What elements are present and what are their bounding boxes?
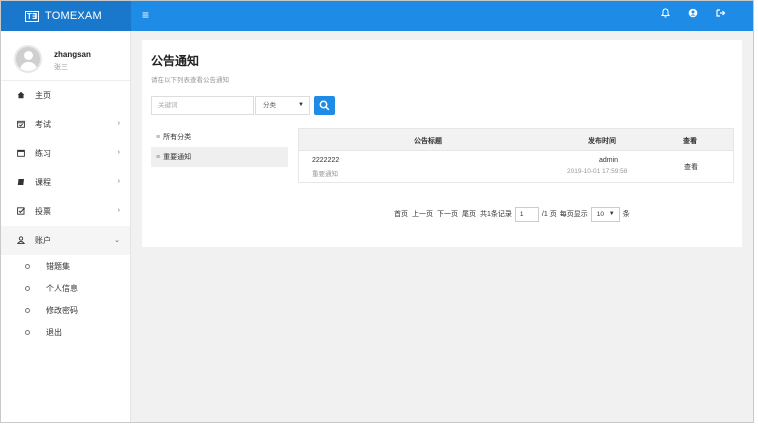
submenu-item-profile[interactable]: 个人信息 bbox=[1, 277, 130, 299]
sidebar-item-label: 主页 bbox=[35, 91, 51, 100]
user-icon bbox=[16, 235, 26, 246]
column-header-view: 查看 bbox=[683, 138, 697, 145]
category-item-important[interactable]: ≡ 重要通知 bbox=[151, 147, 288, 167]
view-link[interactable]: 查看 bbox=[684, 162, 698, 172]
announcement-publisher: admin bbox=[599, 157, 619, 164]
sidebar-item-exam[interactable]: 考试 › bbox=[1, 110, 130, 139]
per-page-select[interactable]: 10 ▼ bbox=[590, 206, 620, 222]
page-subtitle: 请在以下列表查看公告通知 bbox=[151, 77, 229, 84]
list-icon: ≡ bbox=[156, 153, 161, 161]
page-number-input[interactable]: 1 bbox=[514, 206, 539, 222]
brand[interactable]: T∃ TOMEXAM bbox=[1, 1, 131, 31]
checkbox-icon bbox=[16, 206, 26, 217]
sidebar-item-practice[interactable]: 练习 › bbox=[1, 139, 130, 168]
pagination: 首页 上一页 下一页 尾页 共1条记录 1 /1 页 每页显示 10 ▼ 条 bbox=[394, 206, 633, 222]
chevron-right-icon: › bbox=[117, 207, 120, 214]
search-button[interactable] bbox=[314, 96, 335, 115]
announcement-type: 重要通知 bbox=[312, 171, 338, 178]
sidebar-item-vote[interactable]: 投票 › bbox=[1, 197, 130, 226]
per-page-value: 10 bbox=[596, 210, 604, 218]
submenu-item-wrong-questions[interactable]: 错题集 bbox=[1, 255, 130, 277]
last-page-link[interactable]: 尾页 bbox=[462, 209, 476, 219]
sidebar-item-label: 考试 bbox=[35, 120, 51, 129]
caret-down-icon: ▼ bbox=[298, 102, 304, 108]
top-actions bbox=[659, 8, 727, 21]
submenu-item-logout[interactable]: 退出 bbox=[1, 321, 130, 343]
submenu-item-label: 错题集 bbox=[46, 261, 70, 271]
sidebar-item-account[interactable]: 账户 ⌄ bbox=[1, 226, 130, 255]
sidebar-item-course[interactable]: 课程 › bbox=[1, 168, 130, 197]
announcement-card: 公告通知 请在以下列表查看公告通知 关键词 分类 ▼ ≡ 所有分类 ≡ 重要通知… bbox=[142, 40, 742, 247]
announcement-title[interactable]: 2222222 bbox=[312, 157, 339, 164]
category-select-value: 分类 bbox=[263, 102, 276, 109]
bell-icon[interactable] bbox=[659, 8, 671, 21]
home-icon bbox=[16, 91, 26, 101]
submenu-item-change-password[interactable]: 修改密码 bbox=[1, 299, 130, 321]
calendar-icon bbox=[16, 149, 26, 159]
sidebar-item-home[interactable]: 主页 bbox=[1, 81, 130, 110]
category-item-label: 所有分类 bbox=[163, 134, 192, 141]
user-circle-icon[interactable] bbox=[687, 8, 699, 21]
hamburger-icon[interactable]: ≡ bbox=[142, 8, 149, 22]
circle-icon bbox=[25, 285, 30, 291]
app-name: TOMEXAM bbox=[45, 10, 102, 22]
sidebar-item-label: 练习 bbox=[35, 149, 51, 158]
user-name: zhangsan bbox=[54, 50, 91, 59]
submenu-item-label: 退出 bbox=[46, 327, 62, 337]
chevron-right-icon: › bbox=[117, 149, 120, 156]
logo-icon: T∃ bbox=[25, 10, 39, 22]
table-header: 公告标题 发布时间 查看 bbox=[299, 129, 733, 151]
list-icon: ≡ bbox=[156, 133, 161, 141]
keyword-input[interactable]: 关键词 bbox=[151, 96, 254, 115]
first-page-link[interactable]: 首页 bbox=[394, 209, 408, 219]
search-icon bbox=[319, 100, 330, 111]
chevron-right-icon: › bbox=[117, 120, 120, 127]
caret-down-icon: ▼ bbox=[608, 210, 615, 217]
total-records: 共1条记录 bbox=[480, 211, 512, 218]
category-list: ≡ 所有分类 ≡ 重要通知 bbox=[151, 127, 288, 167]
sidebar-item-label: 投票 bbox=[35, 207, 51, 216]
category-item-all[interactable]: ≡ 所有分类 bbox=[151, 127, 288, 147]
app-window: T∃ TOMEXAM ≡ zhangsan 张三 主页 考试 › 练习 › 课程… bbox=[0, 0, 754, 423]
next-page-link[interactable]: 下一页 bbox=[437, 209, 458, 219]
per-page-unit: 条 bbox=[622, 211, 630, 218]
chevron-down-icon: ⌄ bbox=[114, 237, 120, 244]
prev-page-link[interactable]: 上一页 bbox=[412, 209, 433, 219]
top-bar: T∃ TOMEXAM ≡ bbox=[1, 1, 753, 31]
circle-icon bbox=[25, 329, 30, 335]
submenu-item-label: 个人信息 bbox=[46, 283, 78, 293]
circle-icon bbox=[25, 307, 30, 313]
user-display-name: 张三 bbox=[54, 64, 68, 71]
book-icon bbox=[16, 178, 26, 188]
table-row: 2222222 重要通知 admin 2019-10-01 17:59:58 查… bbox=[299, 151, 733, 182]
circle-icon bbox=[25, 263, 30, 269]
avatar bbox=[14, 45, 42, 73]
announcement-table: 公告标题 发布时间 查看 2222222 重要通知 admin 2019-10-… bbox=[298, 128, 734, 183]
sidebar: zhangsan 张三 主页 考试 › 练习 › 课程 › 投票 › 账户 ⌄ … bbox=[1, 31, 131, 422]
user-panel: zhangsan 张三 bbox=[1, 31, 130, 81]
page-title: 公告通知 bbox=[151, 54, 200, 68]
announcement-time: 2019-10-01 17:59:58 bbox=[567, 168, 628, 175]
submenu-item-label: 修改密码 bbox=[46, 305, 78, 315]
calendar-check-icon bbox=[16, 120, 26, 130]
logout-icon[interactable] bbox=[715, 8, 727, 21]
category-item-label: 重要通知 bbox=[163, 154, 192, 161]
page-total: /1 页 bbox=[541, 211, 557, 218]
chevron-right-icon: › bbox=[117, 178, 120, 185]
column-header-title: 公告标题 bbox=[414, 138, 442, 145]
sidebar-item-label: 账户 bbox=[35, 236, 51, 245]
column-header-publish-time: 发布时间 bbox=[588, 138, 616, 145]
sidebar-item-label: 课程 bbox=[35, 178, 51, 187]
per-page-label: 每页显示 bbox=[559, 211, 588, 218]
account-submenu: 错题集 个人信息 修改密码 退出 bbox=[1, 255, 130, 343]
category-select[interactable]: 分类 ▼ bbox=[255, 96, 310, 115]
